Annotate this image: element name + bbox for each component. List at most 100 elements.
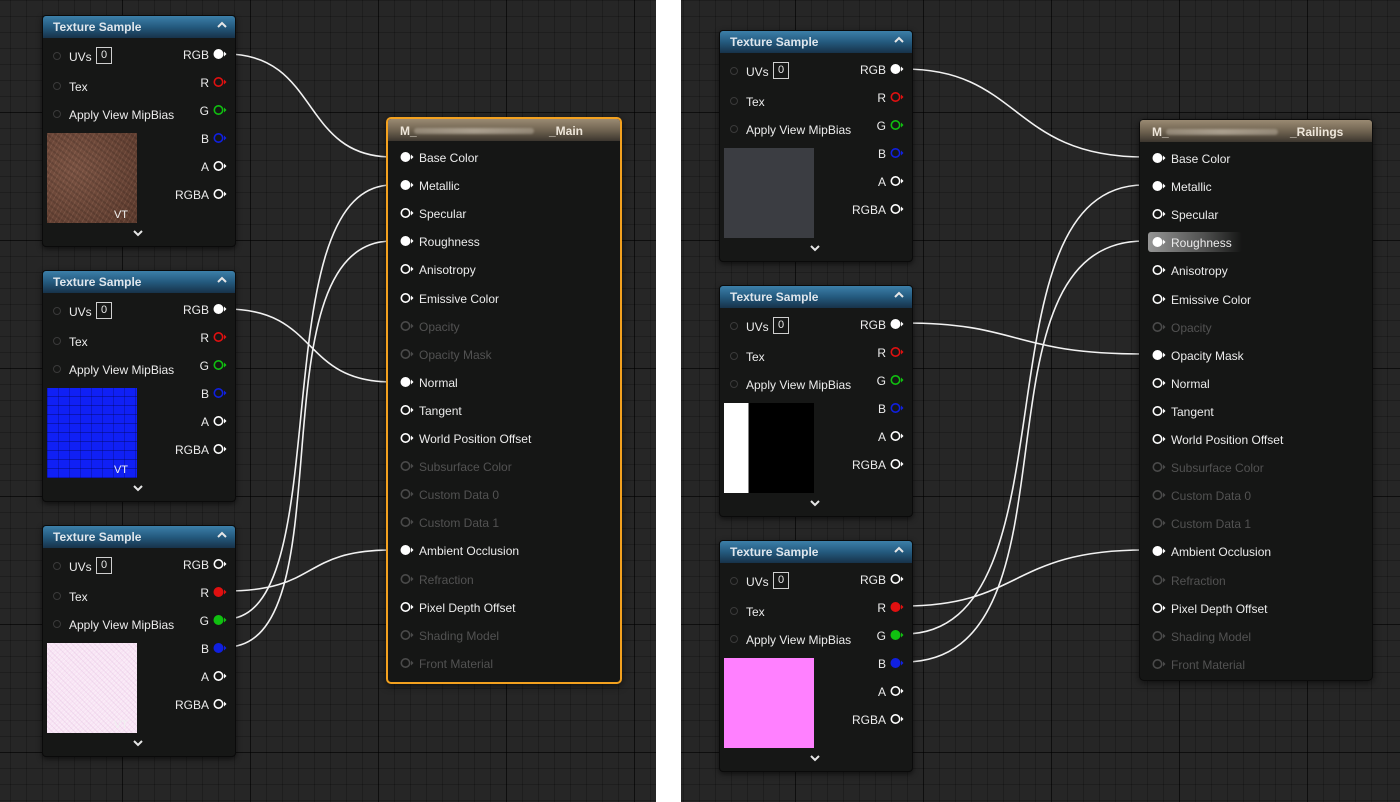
input-pin-icon[interactable] (730, 577, 738, 585)
output-rgba-pin-icon[interactable] (213, 188, 227, 200)
texture-node-header[interactable]: Texture Sample (43, 526, 235, 548)
texture-sample-node-2[interactable]: Texture Sample UVs 0 Tex Apply View MipBias R… (719, 285, 913, 517)
input-pin-icon[interactable] (730, 322, 738, 330)
output-rgb-pin-icon[interactable] (890, 573, 904, 585)
input-pin-icon[interactable] (730, 352, 738, 360)
collapse-chevron-up-icon[interactable] (892, 288, 906, 302)
output-a-pin-icon[interactable] (213, 415, 227, 427)
input-pin-icon[interactable] (400, 235, 414, 247)
texture-sample-node-3[interactable]: Texture Sample UVs 0 Tex Apply View MipBias R… (42, 525, 236, 757)
input-pin-icon[interactable] (400, 320, 414, 332)
input-pin-icon[interactable] (1152, 264, 1166, 276)
input-pin-icon[interactable] (400, 348, 414, 360)
input-pin-icon[interactable] (1152, 349, 1166, 361)
texture-sample-node-1[interactable]: Texture Sample UVs 0 Tex Apply View MipBias R… (42, 15, 236, 247)
texture-sample-node-1[interactable]: Texture Sample UVs 0 Tex Apply View MipBias R… (719, 30, 913, 262)
input-pin-icon[interactable] (730, 97, 738, 105)
input-pin-icon[interactable] (400, 657, 414, 669)
output-rgb-pin-icon[interactable] (213, 558, 227, 570)
output-rgb-pin-icon[interactable] (890, 318, 904, 330)
input-pin-icon[interactable] (400, 460, 414, 472)
input-pin-icon[interactable] (400, 601, 414, 613)
material-node-railings[interactable]: M_ _Railings Base Color Metallic Specular R… (1139, 119, 1373, 681)
output-b-pin-icon[interactable] (213, 132, 227, 144)
texture-sample-node-2[interactable]: Texture Sample UVs 0 Tex Apply View MipBias R… (42, 270, 236, 502)
output-b-pin-icon[interactable] (213, 387, 227, 399)
right-material-graph[interactable]: Texture Sample UVs 0 Tex Apply View MipBias R… (681, 0, 1400, 802)
output-g-pin-icon[interactable] (213, 359, 227, 371)
input-pin-icon[interactable] (400, 544, 414, 556)
input-pin-icon[interactable] (1152, 602, 1166, 614)
collapse-chevron-up-icon[interactable] (892, 33, 906, 47)
input-pin-icon[interactable] (53, 337, 61, 345)
input-pin-icon[interactable] (1152, 545, 1166, 557)
output-rgba-pin-icon[interactable] (213, 443, 227, 455)
output-rgba-pin-icon[interactable] (890, 713, 904, 725)
uvs-value-field[interactable]: 0 (773, 62, 789, 79)
output-g-pin-icon[interactable] (890, 629, 904, 641)
output-r-pin-icon[interactable] (890, 601, 904, 613)
left-material-graph[interactable]: Texture Sample UVs 0 Tex Apply View MipBias R… (0, 0, 656, 802)
input-pin-icon[interactable] (53, 562, 61, 570)
input-pin-icon[interactable] (1152, 152, 1166, 164)
input-pin-icon[interactable] (1152, 630, 1166, 642)
uvs-value-field[interactable]: 0 (96, 557, 112, 574)
input-pin-icon[interactable] (730, 380, 738, 388)
input-pin-icon[interactable] (53, 82, 61, 90)
output-r-pin-icon[interactable] (213, 76, 227, 88)
input-pin-icon[interactable] (400, 263, 414, 275)
output-g-pin-icon[interactable] (213, 614, 227, 626)
input-pin-icon[interactable] (400, 629, 414, 641)
input-pin-icon[interactable] (1152, 321, 1166, 333)
input-pin-icon[interactable] (400, 207, 414, 219)
input-pin-icon[interactable] (1152, 293, 1166, 305)
input-pin-icon[interactable] (53, 307, 61, 315)
uvs-value-field[interactable]: 0 (96, 302, 112, 319)
input-pin-icon[interactable] (400, 292, 414, 304)
expand-chevron-down-icon[interactable] (131, 739, 145, 749)
output-a-pin-icon[interactable] (890, 430, 904, 442)
output-b-pin-icon[interactable] (213, 642, 227, 654)
input-pin-icon[interactable] (1152, 658, 1166, 670)
output-r-pin-icon[interactable] (213, 331, 227, 343)
output-rgb-pin-icon[interactable] (890, 63, 904, 75)
input-pin-icon[interactable] (1152, 208, 1166, 220)
input-pin-icon[interactable] (400, 376, 414, 388)
output-r-pin-icon[interactable] (890, 91, 904, 103)
expand-chevron-down-icon[interactable] (131, 229, 145, 239)
expand-chevron-down-icon[interactable] (808, 244, 822, 254)
texture-node-header[interactable]: Texture Sample (43, 271, 235, 293)
output-a-pin-icon[interactable] (890, 685, 904, 697)
input-pin-icon[interactable] (1152, 517, 1166, 529)
uvs-value-field[interactable]: 0 (773, 317, 789, 334)
input-pin-icon[interactable] (1152, 489, 1166, 501)
texture-node-header[interactable]: Texture Sample (43, 16, 235, 38)
output-g-pin-icon[interactable] (890, 119, 904, 131)
input-pin-icon[interactable] (400, 573, 414, 585)
input-pin-icon[interactable] (53, 52, 61, 60)
expand-chevron-down-icon[interactable] (808, 754, 822, 764)
output-a-pin-icon[interactable] (213, 160, 227, 172)
output-rgb-pin-icon[interactable] (213, 303, 227, 315)
output-b-pin-icon[interactable] (890, 147, 904, 159)
material-node-main[interactable]: M_ _Main Base Color Metallic Specular Rough… (386, 117, 622, 684)
output-rgba-pin-icon[interactable] (890, 203, 904, 215)
input-pin-icon[interactable] (53, 365, 61, 373)
input-pin-icon[interactable] (730, 635, 738, 643)
output-r-pin-icon[interactable] (890, 346, 904, 358)
output-g-pin-icon[interactable] (213, 104, 227, 116)
input-pin-icon[interactable] (1152, 236, 1166, 248)
texture-node-header[interactable]: Texture Sample (720, 31, 912, 53)
input-pin-icon[interactable] (400, 516, 414, 528)
input-pin-icon[interactable] (400, 432, 414, 444)
output-rgba-pin-icon[interactable] (890, 458, 904, 470)
texture-node-header[interactable]: Texture Sample (720, 541, 912, 563)
output-rgb-pin-icon[interactable] (213, 48, 227, 60)
uvs-value-field[interactable]: 0 (96, 47, 112, 64)
output-r-pin-icon[interactable] (213, 586, 227, 598)
output-b-pin-icon[interactable] (890, 657, 904, 669)
output-rgba-pin-icon[interactable] (213, 698, 227, 710)
input-pin-icon[interactable] (730, 67, 738, 75)
input-pin-icon[interactable] (400, 488, 414, 500)
input-pin-icon[interactable] (53, 620, 61, 628)
